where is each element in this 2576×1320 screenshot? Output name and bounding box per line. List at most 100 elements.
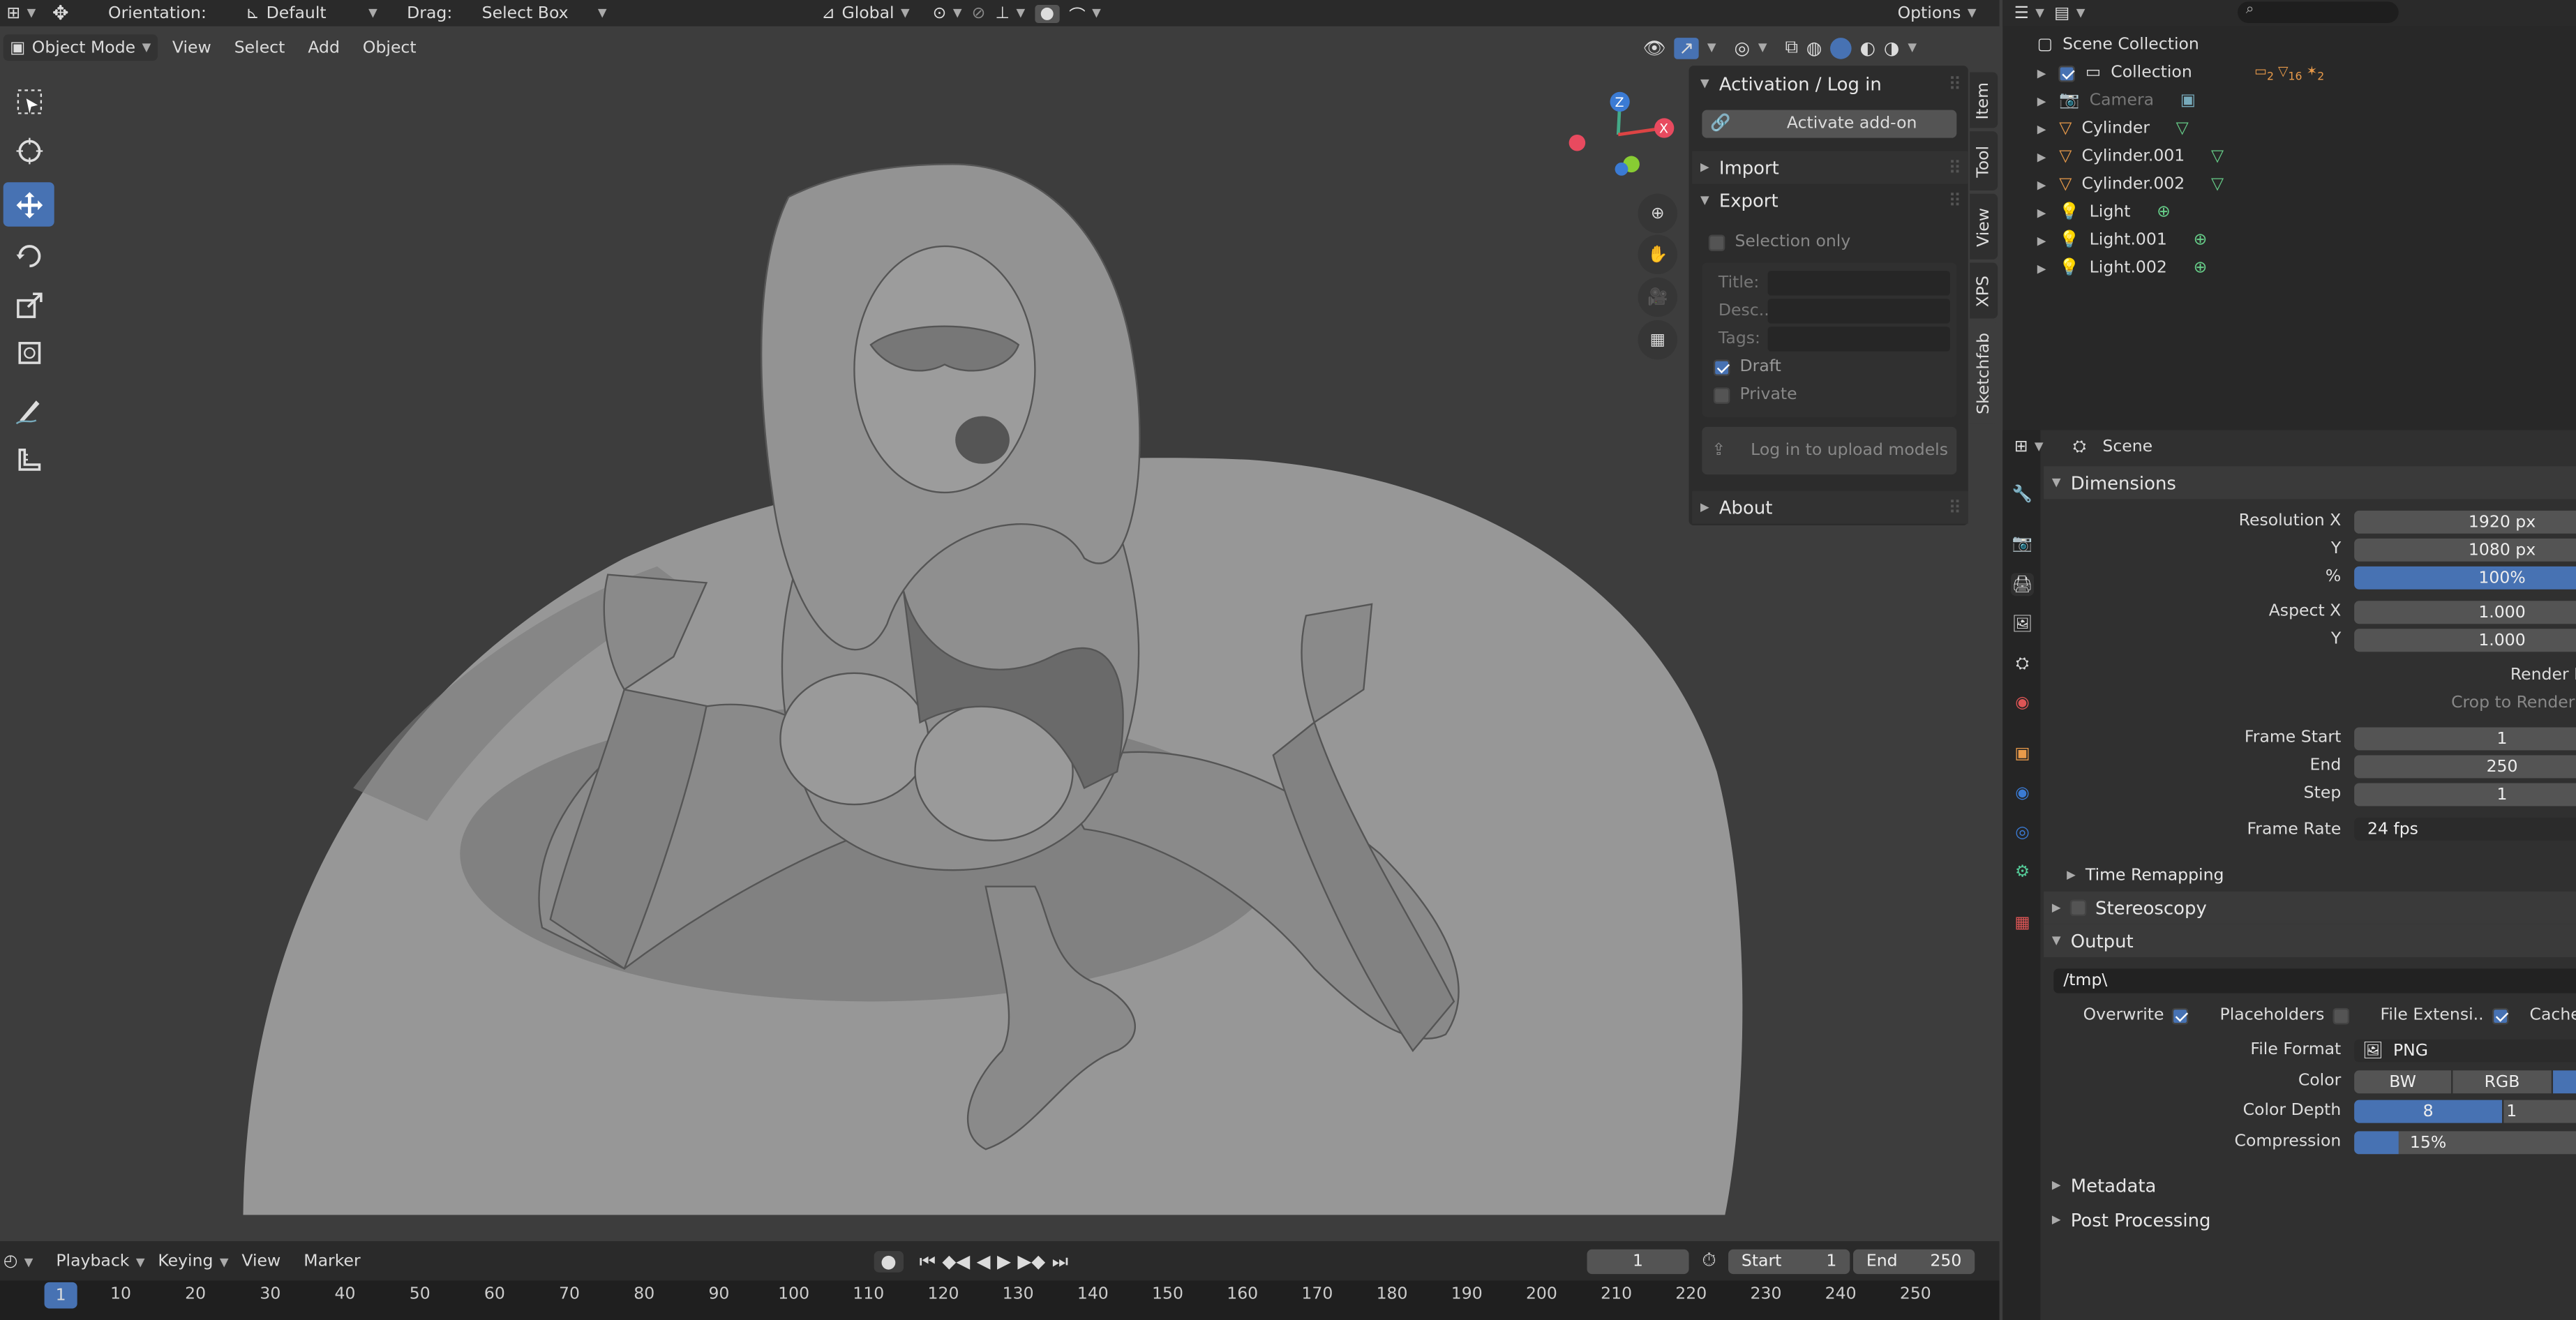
- snap-toggle-icon[interactable]: ⊘: [972, 4, 986, 22]
- scene-tab-icon[interactable]: ⛭: [2011, 652, 2034, 675]
- overlay-toggle-icon[interactable]: ◎: [1734, 37, 1750, 59]
- tab-sketchfab[interactable]: Sketchfab: [1970, 322, 1998, 424]
- color-depth-8-button[interactable]: 8: [2354, 1100, 2503, 1123]
- resolution-y-field[interactable]: 1080 px: [2354, 538, 2576, 562]
- menu-object[interactable]: Object: [354, 38, 424, 57]
- menu-playback[interactable]: Playback ▼: [56, 1252, 144, 1270]
- proportional-edit-icon[interactable]: ●: [1035, 3, 1060, 22]
- menu-add[interactable]: Add: [300, 38, 348, 57]
- tool-transform[interactable]: [3, 330, 54, 375]
- tool-annotate[interactable]: [3, 387, 54, 432]
- overwrite-checkbox[interactable]: [2172, 1007, 2189, 1024]
- tab-tool[interactable]: Tool: [1970, 131, 1998, 190]
- file-format-dropdown[interactable]: 🖼 PNG: [2354, 1039, 2576, 1063]
- output-tab-icon[interactable]: 🖨: [2011, 573, 2034, 597]
- modifier-tab-icon[interactable]: ◉: [2011, 781, 2034, 804]
- color-bw-button[interactable]: BW: [2354, 1070, 2452, 1094]
- physics-tab-icon[interactable]: ◎: [2011, 821, 2034, 844]
- rendered-shading-icon[interactable]: ◑: [1884, 37, 1900, 59]
- snap-target-dropdown[interactable]: ⊥ ▼: [996, 4, 1026, 22]
- visibility-eye-icon[interactable]: 👁: [1643, 37, 1666, 59]
- constraint-tab-icon[interactable]: ⚙: [2011, 860, 2034, 883]
- aspect-y-field[interactable]: 1.000: [2354, 629, 2576, 652]
- tool-tab-icon[interactable]: 🔧: [2011, 483, 2034, 506]
- falloff-dropdown[interactable]: ⌒ ▼: [1069, 1, 1101, 25]
- timeline-editor-type[interactable]: ◴ ▼: [3, 1252, 33, 1270]
- selection-only-checkbox[interactable]: [1708, 234, 1725, 250]
- color-depth-16-button[interactable]: 1: [2503, 1100, 2576, 1123]
- menu-timeline-view[interactable]: View: [241, 1252, 280, 1270]
- outliner-row-cylinder-002[interactable]: ▶ ▽ Cylinder.002 ▽: [2037, 171, 2224, 199]
- play-reverse-icon[interactable]: ◀: [977, 1251, 991, 1273]
- prev-keyframe-icon[interactable]: ◆◀: [942, 1251, 970, 1273]
- next-keyframe-icon[interactable]: ▶◆: [1017, 1251, 1045, 1273]
- outliner-row-collection[interactable]: ▶ ▭ Collection ▭2 ▽16 ✶2: [2037, 59, 2325, 87]
- draft-checkbox[interactable]: [1713, 359, 1730, 375]
- view-layer-tab-icon[interactable]: 🖼: [2011, 613, 2034, 636]
- jump-end-icon[interactable]: ⏭: [1052, 1250, 1068, 1273]
- outliner-row-camera[interactable]: ▶ 📷 Camera ▣: [2037, 87, 2196, 115]
- outliner-row-light-002[interactable]: ▶ 💡 Light.002 ⊕: [2037, 255, 2208, 283]
- properties-editor-type[interactable]: ⊞ ▼: [2014, 437, 2044, 456]
- object-tab-icon[interactable]: ▣: [2011, 742, 2034, 765]
- crop-region-label[interactable]: Crop to Render R: [2451, 694, 2576, 712]
- scene-collection-row[interactable]: ▢ Scene Collection: [2037, 31, 2199, 59]
- color-rgb-button[interactable]: RGB: [2453, 1070, 2552, 1094]
- material-shading-icon[interactable]: ◐: [1860, 37, 1876, 59]
- jump-start-icon[interactable]: ⏮: [920, 1250, 936, 1273]
- render-tab-icon[interactable]: 📷: [2011, 532, 2034, 555]
- aspect-x-field[interactable]: 1.000: [2354, 601, 2576, 624]
- wireframe-shading-icon[interactable]: ◍: [1806, 37, 1822, 59]
- panel-about-header[interactable]: ▶ About ⠿: [1692, 490, 1968, 524]
- render-region-label[interactable]: Render R: [2510, 666, 2576, 684]
- start-frame-field[interactable]: Start 1: [1728, 1249, 1850, 1275]
- tool-cursor[interactable]: [3, 128, 54, 173]
- tool-select-box[interactable]: [3, 79, 54, 123]
- tool-move[interactable]: [3, 182, 54, 227]
- gizmo-toggle-icon[interactable]: ↗: [1674, 36, 1700, 59]
- pivot-dropdown[interactable]: ⊙ ▼: [933, 4, 962, 22]
- orientation-dropdown[interactable]: ⊾ Default ▼: [246, 4, 377, 22]
- menu-marker[interactable]: Marker: [304, 1252, 360, 1270]
- xray-toggle-icon[interactable]: ⧉: [1785, 36, 1798, 59]
- frame-end-field[interactable]: 250: [2354, 755, 2576, 779]
- collection-visibility-checkbox[interactable]: [2059, 64, 2076, 82]
- desc-input[interactable]: [1767, 299, 1950, 324]
- texture-tab-icon[interactable]: ▦: [2011, 911, 2034, 934]
- placeholders-checkbox[interactable]: [2332, 1007, 2349, 1024]
- frame-start-field[interactable]: 1: [2354, 727, 2576, 751]
- current-frame-field[interactable]: 1: [1587, 1249, 1689, 1275]
- end-frame-field[interactable]: End 250: [1852, 1249, 1975, 1275]
- outliner-row-cylinder[interactable]: ▶ ▽ Cylinder ▽: [2037, 115, 2189, 143]
- transform-gizmo-icon[interactable]: ✥: [52, 1, 69, 24]
- world-tab-icon[interactable]: ◉: [2011, 691, 2034, 714]
- tab-view[interactable]: View: [1970, 193, 1998, 260]
- compression-slider[interactable]: 15%: [2354, 1131, 2576, 1155]
- outliner-search-input[interactable]: ⌕: [2237, 1, 2399, 23]
- record-icon[interactable]: ●: [874, 1251, 904, 1273]
- transform-orientation-dropdown[interactable]: ⊿ Global ▼: [821, 4, 909, 22]
- color-rgba-button[interactable]: [2553, 1070, 2576, 1094]
- navigation-gizmo[interactable]: Z X: [1561, 82, 1684, 181]
- frame-step-field[interactable]: 1: [2354, 783, 2576, 807]
- time-remapping-header[interactable]: ▶ Time Remapping: [2067, 859, 2224, 892]
- outliner-row-light[interactable]: ▶ 💡 Light ⊕: [2037, 199, 2171, 227]
- output-path-input[interactable]: /tmp\: [2053, 968, 2576, 993]
- display-mode-dropdown[interactable]: ▤ ▼: [2054, 4, 2085, 22]
- tool-rotate[interactable]: [3, 233, 54, 278]
- tab-item[interactable]: Item: [1970, 72, 1998, 128]
- panel-export-header[interactable]: ▼ Export ⠿: [1692, 184, 1968, 217]
- tags-input[interactable]: [1767, 327, 1950, 352]
- outliner-row-light-001[interactable]: ▶ 💡 Light.001 ⊕: [2037, 227, 2208, 255]
- resolution-x-field[interactable]: 1920 px: [2354, 510, 2576, 534]
- tool-scale[interactable]: [3, 283, 54, 327]
- private-checkbox[interactable]: [1713, 387, 1730, 403]
- tool-measure[interactable]: [3, 437, 54, 481]
- solid-shading-icon[interactable]: [1830, 36, 1852, 59]
- ortho-grid-icon[interactable]: ▦: [1638, 320, 1678, 360]
- outliner-editor-type[interactable]: ☰ ▼: [2014, 4, 2044, 22]
- post-processing-header[interactable]: ▶ Post Processing: [2044, 1203, 2576, 1236]
- outliner-row-cylinder-001[interactable]: ▶ ▽ Cylinder.001 ▽: [2037, 143, 2224, 171]
- menu-select[interactable]: Select: [226, 38, 293, 57]
- panel-activation-header[interactable]: ▼ Activation / Log in ⠿: [1692, 67, 1968, 100]
